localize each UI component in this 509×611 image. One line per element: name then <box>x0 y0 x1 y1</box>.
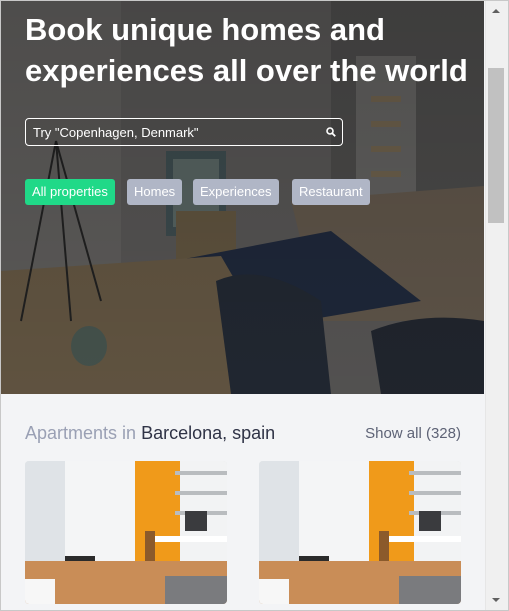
scrollbar-thumb[interactable] <box>488 68 504 223</box>
scroll-up-arrow-icon[interactable] <box>490 5 502 17</box>
section-title-place: Barcelona, spain <box>141 423 276 443</box>
apartments-section-header: Apartments in Barcelona, spain Show all … <box>25 421 461 447</box>
hero-title: Book unique homes and experiences all ov… <box>25 12 468 88</box>
apartment-card[interactable] <box>259 461 461 604</box>
vertical-scrollbar[interactable] <box>485 1 508 610</box>
hero-banner: Book unique homes and experiences all ov… <box>1 1 484 394</box>
page-viewport: Book unique homes and experiences all ov… <box>1 1 484 610</box>
apartment-card[interactable] <box>25 461 227 604</box>
section-title-prefix: Apartments in <box>25 423 137 443</box>
show-all-link[interactable]: Show all (328) <box>365 425 461 442</box>
section-title: Apartments in Barcelona, spain <box>25 423 275 444</box>
filter-all-properties[interactable]: All properties <box>25 179 115 205</box>
filter-experiences[interactable]: Experiences <box>193 179 279 205</box>
search-input[interactable] <box>26 119 323 145</box>
filter-restaurant[interactable]: Restaurant <box>292 179 370 205</box>
apartment-photo <box>259 461 461 604</box>
search-box[interactable] <box>25 118 343 146</box>
scroll-down-arrow-icon[interactable] <box>490 594 502 606</box>
search-icon[interactable] <box>326 127 336 137</box>
apartment-photo <box>25 461 227 604</box>
filter-homes[interactable]: Homes <box>127 179 183 205</box>
